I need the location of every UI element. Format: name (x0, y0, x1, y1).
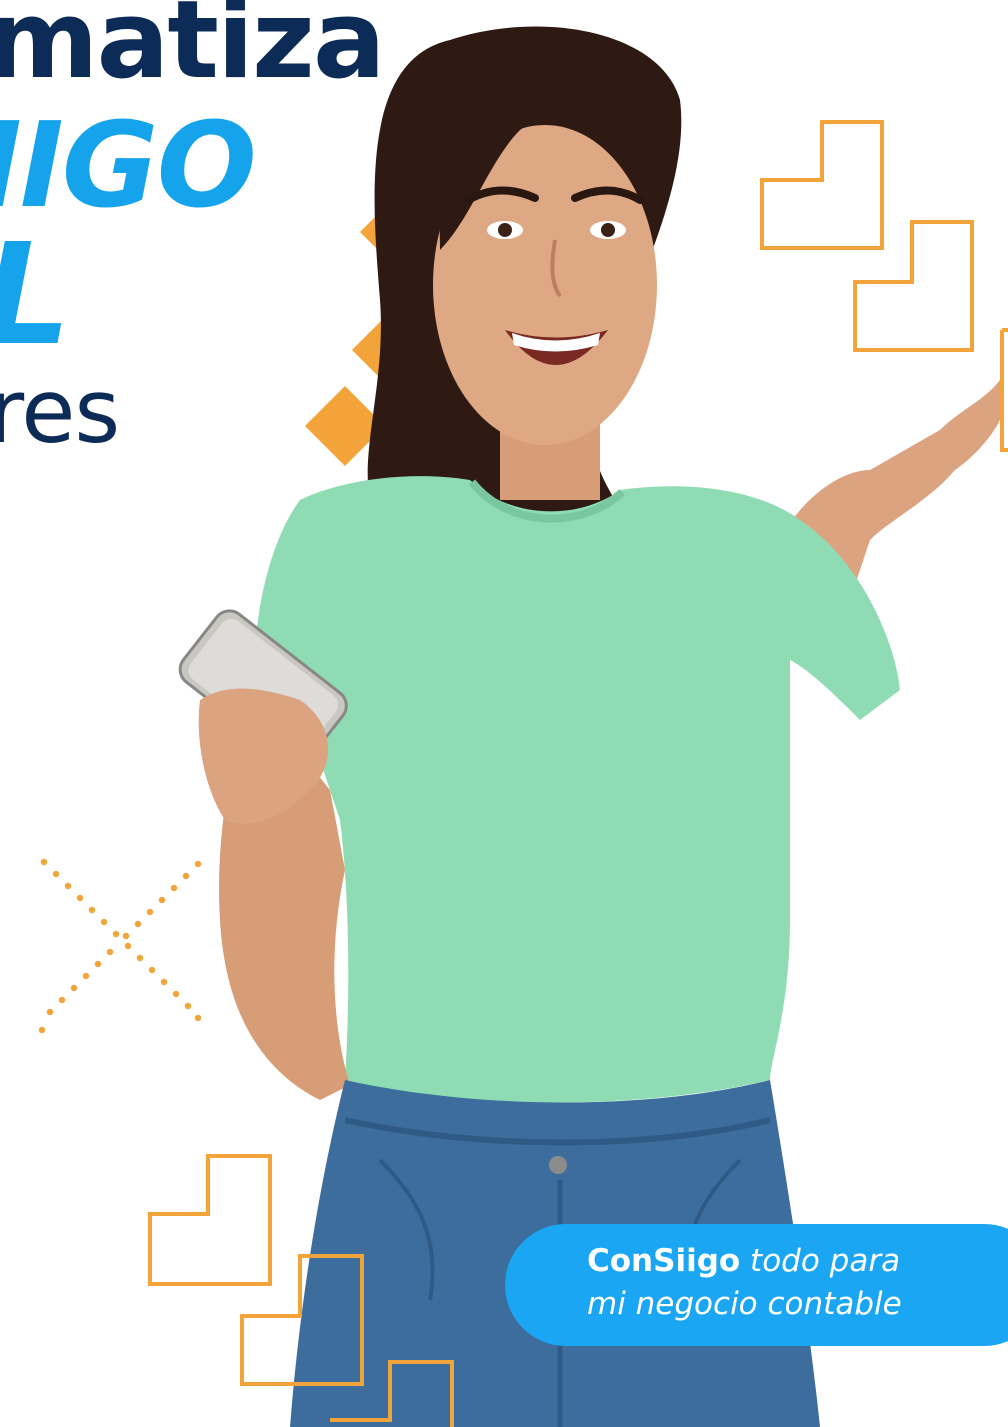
orange-step-outlines-bottom (148, 1154, 454, 1427)
badge-text-line2: mi negocio contable (587, 1286, 902, 1322)
tagline-badge: ConSiigo todo para mi negocio contable (505, 1224, 1008, 1346)
step-shape (240, 1254, 364, 1386)
step-shape (148, 1154, 272, 1286)
badge-brand: ConSiigo (587, 1243, 741, 1279)
badge-text-rest: todo para (740, 1243, 901, 1279)
decorative-shapes-bottom (148, 1154, 454, 1427)
step-shape (330, 1360, 454, 1427)
